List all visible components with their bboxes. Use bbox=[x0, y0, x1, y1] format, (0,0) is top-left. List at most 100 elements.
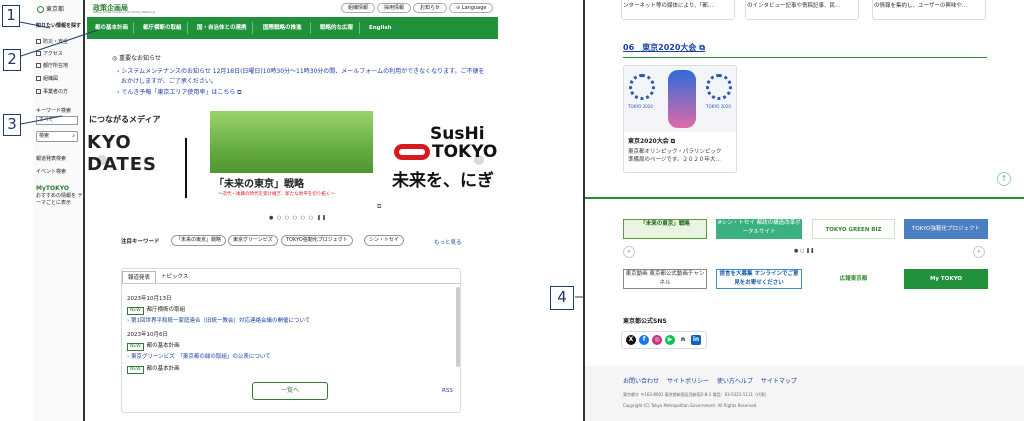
bureau-brand-sub: Office of the Governor for Policy Planni… bbox=[93, 10, 155, 14]
keywords-label: 注目キーワード bbox=[121, 239, 160, 245]
search-input[interactable]: 検索 ⌕ bbox=[36, 131, 78, 142]
notice-electricity[interactable]: › でんき予報「東京エリア使用率」はこちら ⧉ bbox=[117, 88, 242, 97]
footer-link-sitemap[interactable]: サイトマップ bbox=[761, 378, 797, 385]
banner-koho-tokyo[interactable]: 広報東京都 bbox=[812, 269, 895, 289]
banner-mytokyo[interactable]: My TOKYO bbox=[904, 269, 988, 289]
section-underline bbox=[623, 57, 987, 58]
external-link-icon: ⧉ bbox=[699, 43, 705, 52]
nav-english[interactable]: English bbox=[369, 17, 392, 39]
banner-prev-button[interactable]: ‹ bbox=[623, 246, 635, 258]
org-info-button[interactable]: 組織情報 bbox=[341, 3, 376, 13]
banner-proposal[interactable]: 提言を大募集 オンラインでご意見をお寄せください bbox=[716, 269, 802, 289]
press-search-link[interactable]: 報道発表検索 bbox=[36, 155, 66, 162]
banner-resilience[interactable]: TOKYO強靭化プロジェクト bbox=[904, 219, 988, 239]
tab-press-release[interactable]: 報道発表 bbox=[122, 271, 157, 283]
press-scrollbar[interactable] bbox=[456, 287, 460, 367]
press-list-button[interactable]: 一覧へ bbox=[252, 382, 328, 400]
slide-brand: SusHi bbox=[430, 124, 485, 144]
shield-icon bbox=[36, 39, 41, 44]
paralympic-emblem bbox=[706, 74, 732, 100]
mytokyo-link[interactable]: MyTOKYO おすすめの情報を テーマごとに表示 bbox=[36, 185, 83, 207]
event-search-link[interactable]: イベント検索 bbox=[36, 168, 66, 175]
callout-1: 1 bbox=[2, 5, 20, 27]
tokyo-seal-icon bbox=[37, 6, 44, 13]
map-icon bbox=[36, 51, 41, 56]
left-sidebar: 東京都 知りたい情報を探す 防災・安全 アクセス 都庁所在地 組織図 事業者の方… bbox=[33, 0, 85, 421]
nav-pr[interactable]: 戦略的な広報 bbox=[320, 17, 353, 39]
keywords-more-link[interactable]: もっと見る bbox=[434, 238, 462, 246]
sidebar-item-disaster[interactable]: 防災・安全 bbox=[36, 38, 68, 45]
keyword-pill-shin-tosei[interactable]: シン・トセイ bbox=[364, 235, 405, 246]
footer-link-policy[interactable]: サイトポリシー bbox=[667, 378, 709, 385]
sidebar-item-business[interactable]: 事業者の方 bbox=[36, 88, 68, 95]
nav-basic-plan[interactable]: 都の基本計画 bbox=[95, 17, 128, 39]
news-button[interactable]: お知らせ bbox=[413, 3, 447, 13]
slide-brand-2: TOKYO bbox=[432, 142, 498, 162]
keyword-pill-future-tokyo[interactable]: 「未来の東京」戦略 bbox=[171, 235, 227, 246]
press-title-link[interactable]: › 第1回世界平和統一家庭連合（旧統一教会）対応連絡会議の開催について bbox=[127, 317, 310, 325]
external-link-icon[interactable]: ⧉ bbox=[377, 203, 381, 211]
right-screenshot: ンターネット等の媒体により、「都… のインタビュー記事や寄稿記事、民… の情報を… bbox=[583, 0, 1024, 421]
banner-future-tokyo[interactable]: 「未来の東京」戦略 bbox=[623, 219, 707, 239]
press-title-link[interactable]: › 東京グリーンビズ 「東京都の緑の取組」の公表について bbox=[127, 353, 271, 361]
sidebar-item-find[interactable]: 知りたい情報を探す bbox=[36, 22, 81, 29]
section-06-heading[interactable]: 06 東京2020大会 ⧉ bbox=[623, 42, 705, 53]
sidebar-item-access[interactable]: アクセス bbox=[36, 50, 63, 57]
banner-pagination[interactable]: ● ○ ❚❚ bbox=[794, 248, 814, 254]
left-screenshot: 東京都 知りたい情報を探す 防災・安全 アクセス 都庁所在地 組織図 事業者の方… bbox=[0, 0, 498, 421]
banner-shin-tosei[interactable]: #シン・トセイ 都政の構造改革ポータルサイト bbox=[716, 219, 802, 239]
carousel-slide-future-tokyo[interactable]: 「未来の東京」戦略 ～次代・後藤の時代を受け継ぎ、新たな地平を切り拓く～ bbox=[210, 111, 373, 199]
line-icon[interactable]: ▶ bbox=[665, 335, 675, 345]
keyword-pill-green-biz[interactable]: 東京グリーンビズ bbox=[228, 235, 278, 246]
x-icon[interactable]: X bbox=[626, 335, 636, 345]
search-icon[interactable]: ⌕ bbox=[72, 132, 75, 141]
nav-divider bbox=[359, 22, 360, 34]
banner-next-button[interactable]: › bbox=[973, 246, 985, 258]
tokyo2020-card[interactable]: TOKYO 2020 TOKYO 2020 東京2020大会 ⧉ 東京都オリンピ… bbox=[623, 65, 737, 173]
callout-4: 4 bbox=[550, 286, 574, 310]
new-badge: NEW bbox=[127, 307, 144, 315]
tab-topics[interactable]: トピックス bbox=[156, 271, 193, 283]
org-chart-icon bbox=[36, 76, 41, 81]
note-icon[interactable]: n bbox=[678, 335, 688, 345]
keyword-search-label: キーワード検索 bbox=[36, 108, 72, 114]
press-date: 2023年10月6日 bbox=[127, 332, 168, 338]
instagram-icon[interactable]: ◎ bbox=[652, 335, 662, 345]
carousel-prev-button[interactable]: ‹ bbox=[97, 155, 107, 165]
press-category: NEW 都庁横断の取組 bbox=[127, 306, 185, 315]
notice-maintenance-cont[interactable]: おかけしますが、ご了承ください。 bbox=[121, 77, 217, 86]
card-description: 東京都オリンピック・パラリンピック 準備局のページです。２０２０年大… bbox=[628, 149, 722, 163]
green-divider bbox=[585, 197, 1024, 199]
sidebar-item-location[interactable]: 都庁所在地 bbox=[36, 62, 68, 69]
carousel-pagination[interactable]: ● ○ ○ ○ ○ ○ ❚❚ bbox=[269, 215, 327, 221]
nav-national-cooperation[interactable]: 国・自治体との連携 bbox=[197, 17, 246, 39]
linkedin-icon[interactable]: in bbox=[691, 335, 701, 345]
mascot-graphic bbox=[668, 70, 696, 128]
scroll-top-button[interactable]: ↑ bbox=[997, 172, 1011, 186]
nav-cross-org[interactable]: 都庁横断の取組 bbox=[143, 17, 182, 39]
slide-caption: につながるメディア bbox=[89, 115, 161, 124]
search-category-select[interactable]: すべて bbox=[36, 116, 78, 125]
recruit-info-button[interactable]: 採用情報 bbox=[377, 3, 412, 13]
footer-copyright: Copyright (C) Tokyo Metropolitan Governm… bbox=[623, 403, 758, 408]
facebook-icon[interactable]: f bbox=[639, 335, 649, 345]
sidebar-item-org[interactable]: 組織図 bbox=[36, 75, 58, 82]
notice-maintenance[interactable]: › システムメンテナンスのお知らせ 12月18日(日曜日)10時30分～11時3… bbox=[117, 67, 485, 76]
tokyo-logo[interactable]: 東京都 bbox=[37, 4, 64, 13]
footer-link-help[interactable]: 使い方ヘルプ bbox=[717, 378, 753, 385]
nav-international[interactable]: 国際戦略の推進 bbox=[263, 17, 302, 39]
language-button[interactable]: ⊕ Language bbox=[449, 3, 494, 13]
banner-green-biz[interactable]: TOKYO GREEN BIZ bbox=[812, 219, 895, 239]
banner-tokyo-douga[interactable]: 東京動画 東京都公式動画チャンネル bbox=[623, 269, 707, 289]
carousel-next-button[interactable]: › bbox=[474, 155, 484, 165]
rss-link[interactable]: RSS bbox=[442, 388, 453, 394]
article-card[interactable] bbox=[621, 0, 735, 20]
global-nav: 都の基本計画 都庁横断の取組 国・自治体との連携 国際戦略の推進 戦略的な広報 … bbox=[87, 17, 498, 39]
footer-link-contact[interactable]: お問い合わせ bbox=[623, 378, 659, 385]
keyword-pill-resilience[interactable]: TOKYO強靭化プロジェクト bbox=[281, 235, 353, 246]
article-card[interactable] bbox=[872, 0, 986, 20]
article-card[interactable] bbox=[745, 0, 859, 20]
external-link-icon: ⧉ bbox=[237, 89, 242, 96]
new-badge: NEW bbox=[127, 366, 144, 374]
slide-tagline: 未来を、にぎ bbox=[392, 171, 494, 191]
